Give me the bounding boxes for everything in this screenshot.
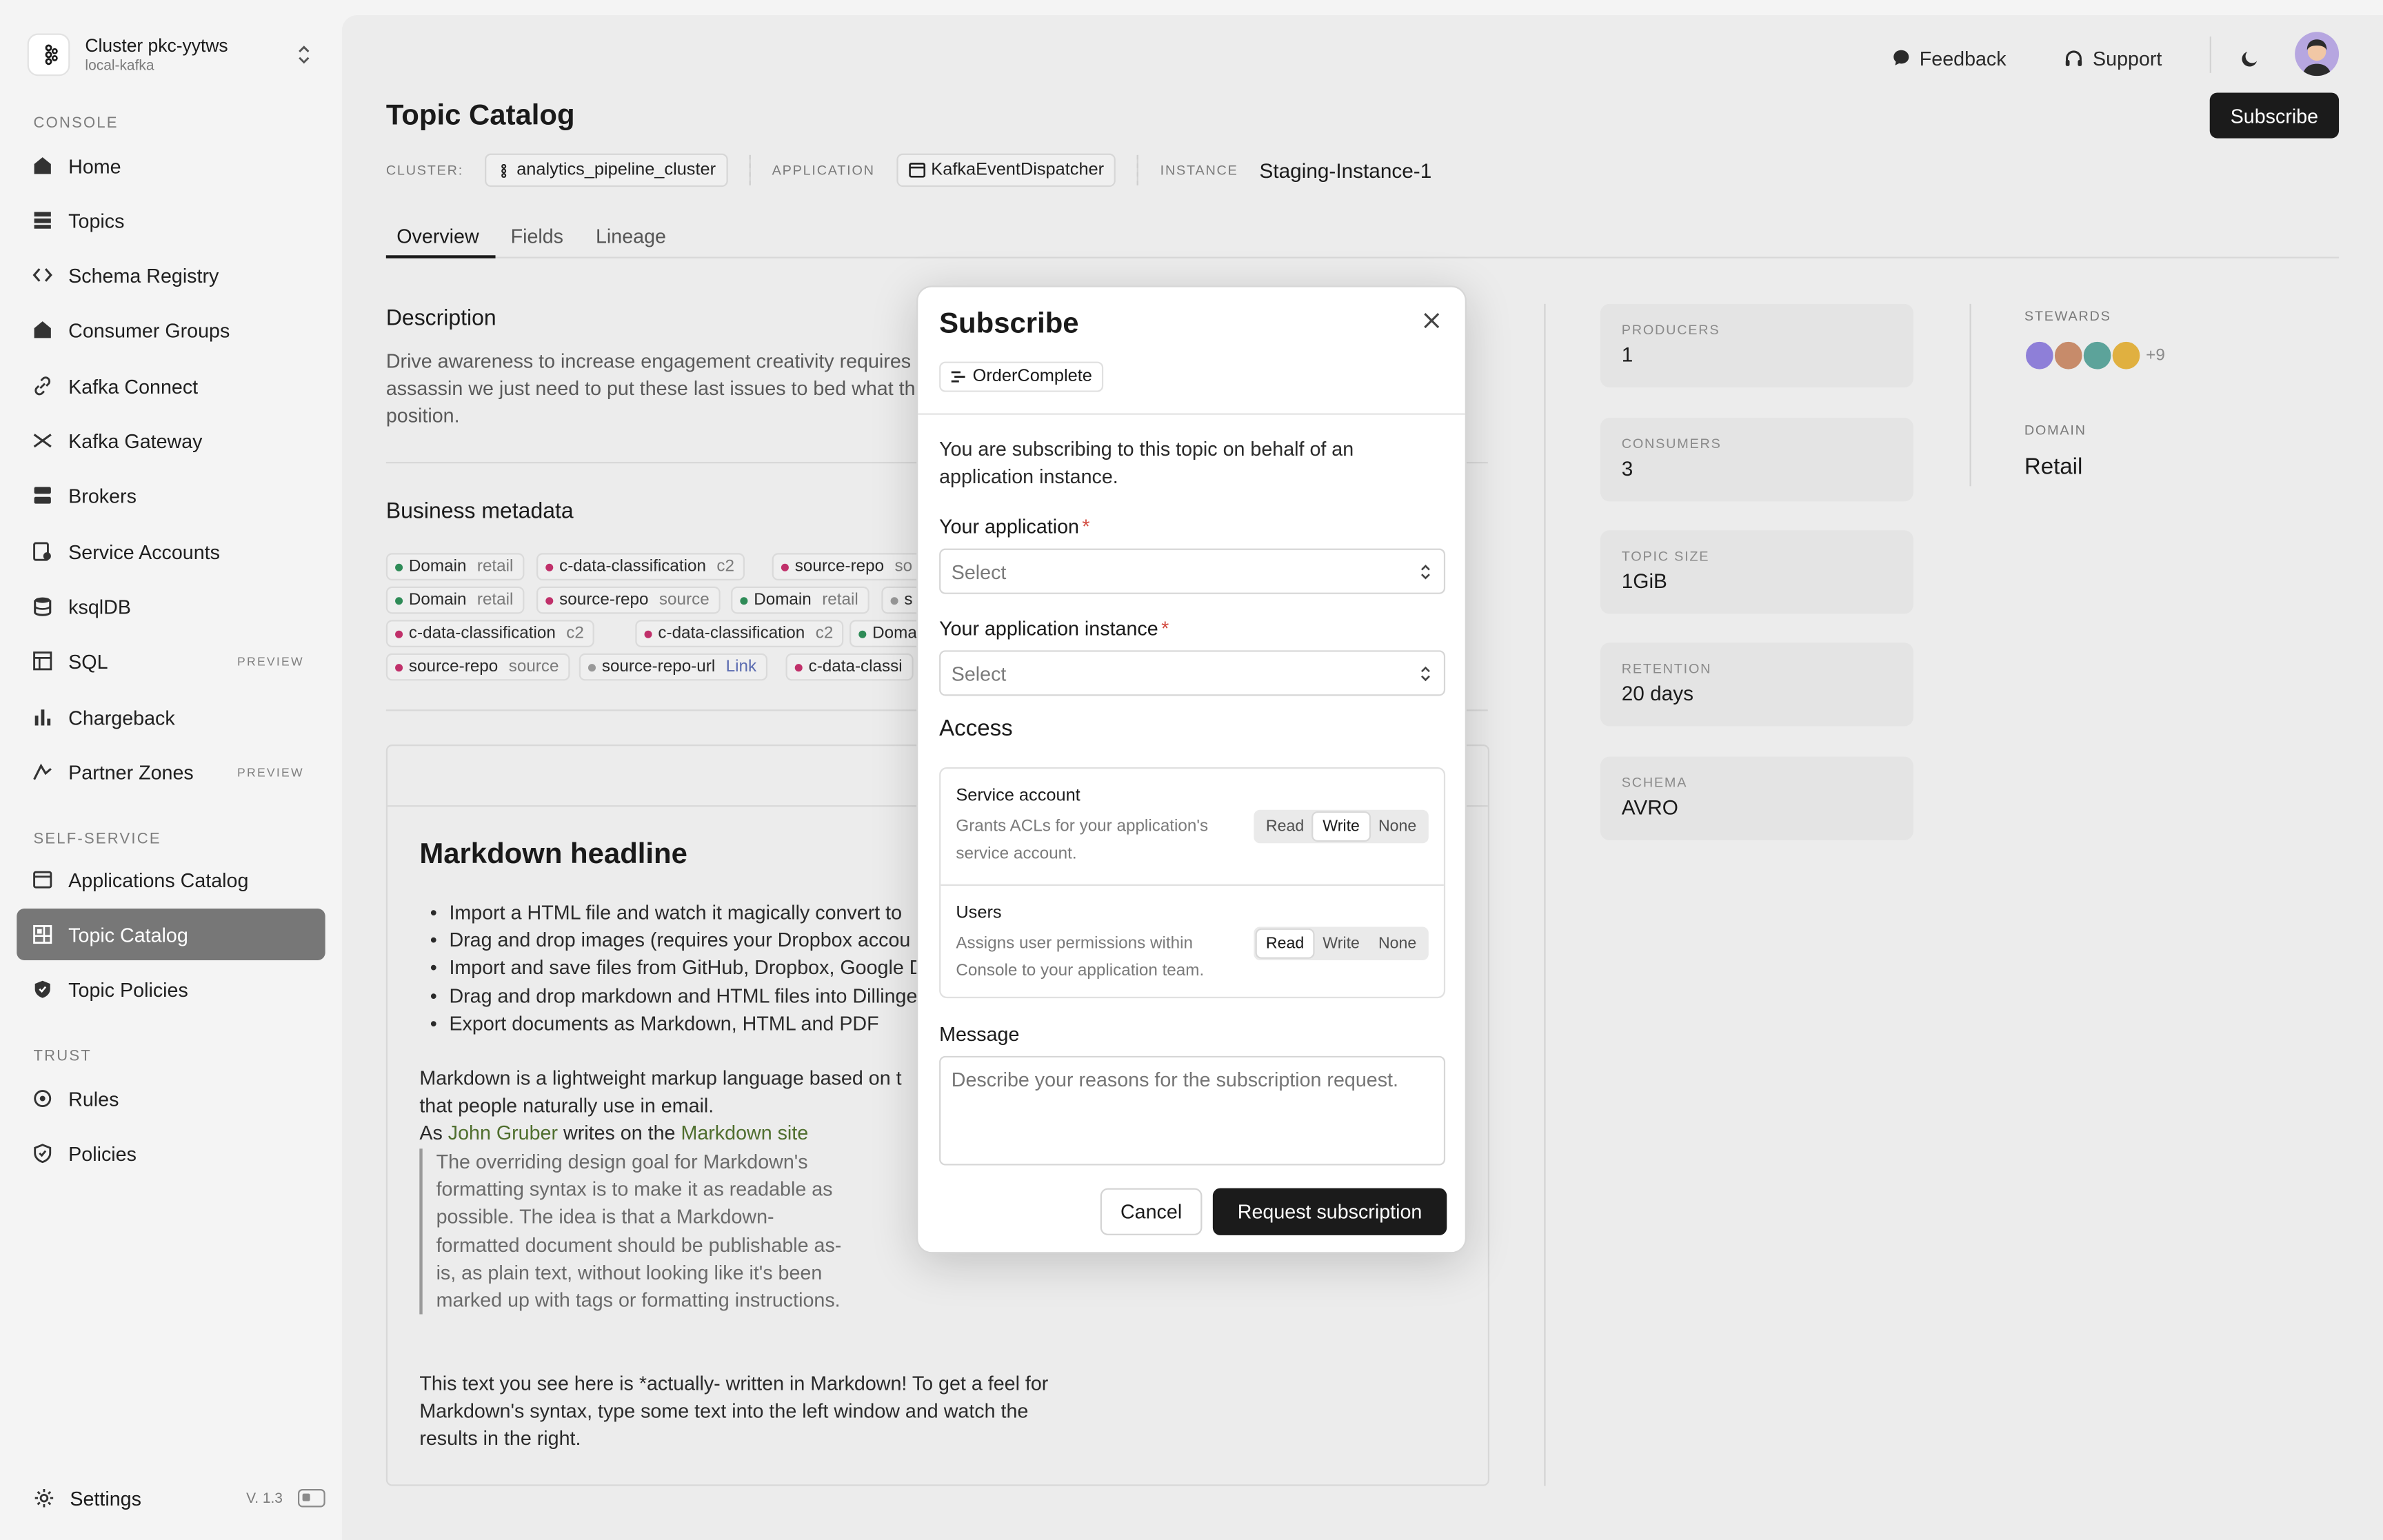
topic-icon [951,371,965,383]
message-label: Message [939,1022,1020,1046]
request-subscription-button[interactable]: Request subscription [1212,1188,1447,1235]
chevron-up-down-icon [1420,666,1430,682]
required-marker: * [1161,616,1169,640]
modal-divider [918,413,1465,415]
topic-chip-label: OrderComplete [972,367,1092,386]
users-option-read[interactable]: Read [1256,929,1314,958]
cancel-button[interactable]: Cancel [1100,1188,1203,1235]
instance-select[interactable]: Select [939,650,1446,696]
users-option-none[interactable]: None [1369,930,1426,958]
service-option-write[interactable]: Write [1313,813,1369,840]
users-row: Users Assigns user permissions within Co… [941,884,1444,1000]
close-icon[interactable] [1420,308,1444,332]
subscribe-modal: Subscribe OrderComplete You are subscrib… [916,285,1467,1254]
modal-title: Subscribe [939,308,1079,341]
users-title: Users [956,904,1002,922]
service-option-read[interactable]: Read [1257,813,1314,840]
instance-select-placeholder: Select [951,661,1007,685]
chevron-up-down-icon [1420,565,1430,580]
app-root: Cluster pkc-yytws local-kafka CONSOLE Ho… [0,0,2383,1540]
service-account-row: Service account Grants ACLs for your app… [941,769,1444,884]
application-label-text: Your application [939,515,1080,538]
service-account-permission-toggle: Read Write None [1254,809,1429,844]
access-heading: Access [939,716,1013,742]
service-option-none[interactable]: None [1369,813,1426,840]
application-field-label: Your application * [939,515,1089,538]
instance-field-label: Your application instance * [939,617,1169,640]
required-marker: * [1082,515,1090,538]
service-account-title: Service account [956,787,1080,806]
service-account-desc: Grants ACLs for your application's servi… [956,817,1209,863]
users-option-write[interactable]: Write [1313,930,1369,958]
application-select-placeholder: Select [951,560,1007,583]
users-permission-toggle: Read Write None [1254,926,1429,960]
users-desc: Assigns user permissions within Console … [956,934,1205,980]
access-box: Service account Grants ACLs for your app… [939,767,1446,1000]
message-textarea[interactable] [939,1055,1446,1166]
topic-chip: OrderComplete [939,361,1103,392]
modal-intro-text: You are subscribing to this topic on beh… [939,437,1354,488]
instance-label-text: Your application instance [939,616,1158,640]
application-select[interactable]: Select [939,548,1446,594]
